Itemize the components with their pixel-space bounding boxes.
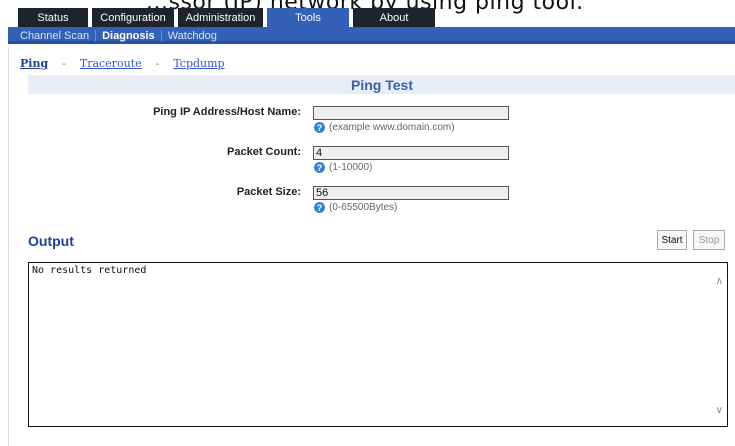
output-title: Output: [28, 233, 74, 249]
output-textarea[interactable]: No results returned ∧ ∨: [28, 262, 728, 427]
question-circle-icon: ?: [314, 122, 325, 133]
question-circle-icon: ?: [314, 162, 325, 173]
sub-nav-bar: Channel Scan Diagnosis Watchdog: [8, 27, 735, 44]
count-hint-text: (1-10000): [329, 162, 373, 173]
count-input[interactable]: [313, 146, 509, 160]
tab-about[interactable]: About: [353, 8, 435, 27]
sub-nav-channel-scan[interactable]: Channel Scan: [20, 30, 89, 42]
breadcrumb-ping[interactable]: Ping: [20, 57, 48, 70]
ping-test-title: Ping Test: [351, 76, 413, 93]
tab-tools[interactable]: Tools: [267, 8, 349, 27]
size-input[interactable]: [313, 186, 509, 200]
size-hint: ? (0-65500Bytes): [314, 202, 397, 213]
breadcrumb-separator: -: [62, 57, 66, 70]
main-nav: Status Configuration Administration Tool…: [18, 8, 435, 27]
tab-status[interactable]: Status: [18, 8, 88, 27]
content-panel: Ping - Traceroute - Tcpdump Ping Test Pi…: [8, 47, 735, 446]
breadcrumb: Ping - Traceroute - Tcpdump: [20, 57, 225, 70]
breadcrumb-tcpdump[interactable]: Tcpdump: [173, 57, 224, 70]
tab-configuration[interactable]: Configuration: [92, 8, 174, 27]
chevron-down-icon[interactable]: ∨: [716, 405, 723, 416]
breadcrumb-traceroute[interactable]: Traceroute: [80, 57, 142, 70]
question-circle-icon: ?: [314, 202, 325, 213]
stop-button[interactable]: Stop: [693, 230, 725, 250]
address-hint-text: (example www.domain.com): [329, 122, 455, 133]
start-button[interactable]: Start: [657, 230, 687, 250]
size-hint-text: (0-65500Bytes): [329, 202, 398, 213]
output-text: No results returned: [32, 265, 147, 276]
address-hint: ? (example www.domain.com): [314, 122, 455, 133]
sub-nav-watchdog[interactable]: Watchdog: [168, 30, 217, 42]
count-hint: ? (1-10000): [314, 162, 372, 173]
address-label: Ping IP Address/Host Name:: [153, 106, 301, 118]
sub-nav-diagnosis[interactable]: Diagnosis: [102, 30, 155, 42]
chevron-up-icon[interactable]: ∧: [716, 276, 723, 287]
sub-nav-divider: [160, 30, 162, 41]
ping-test-header: Ping Test: [28, 75, 735, 94]
sub-nav-divider: [95, 30, 97, 41]
tab-administration[interactable]: Administration: [178, 8, 263, 27]
count-label: Packet Count:: [227, 146, 301, 158]
breadcrumb-separator: -: [155, 57, 160, 70]
address-input[interactable]: [313, 106, 509, 120]
size-label: Packet Size:: [236, 186, 301, 198]
